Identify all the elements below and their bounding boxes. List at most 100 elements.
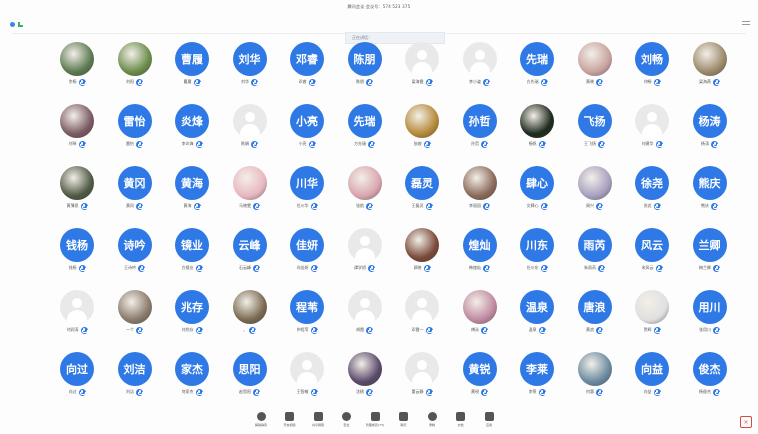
- avatar[interactable]: [577, 166, 612, 200]
- avatar[interactable]: 兆存: [175, 290, 209, 324]
- participant-tile[interactable]: 诗吟 王诗吟: [107, 224, 163, 282]
- participant-tile[interactable]: 黄海 黄海: [164, 162, 220, 220]
- chat-button[interactable]: 聊天: [393, 412, 415, 434]
- participant-tile[interactable]: 云峰 石云峰: [222, 224, 278, 282]
- participant-tile[interactable]: 镜业 方镜业: [164, 224, 220, 282]
- participant-tile[interactable]: 刘洁 刘洁: [107, 348, 163, 406]
- participant-tile[interactable]: 刘畅 刘畅: [624, 38, 680, 96]
- avatar[interactable]: 佳妍: [290, 228, 324, 262]
- participant-tile[interactable]: ，: [222, 286, 278, 344]
- participant-tile[interactable]: 余杨: [49, 38, 105, 96]
- avatar[interactable]: [60, 290, 94, 324]
- avatar[interactable]: 家杰: [175, 352, 209, 386]
- avatar[interactable]: 邓睿: [290, 42, 324, 76]
- avatar[interactable]: 向过: [60, 352, 94, 386]
- avatar[interactable]: [405, 228, 439, 262]
- avatar[interactable]: [405, 104, 439, 138]
- participant-tile[interactable]: 煌灿 韩煌灿: [452, 224, 508, 282]
- info-icon[interactable]: [10, 21, 15, 27]
- avatar[interactable]: [405, 352, 439, 386]
- avatar[interactable]: 小亮: [290, 104, 324, 138]
- avatar[interactable]: 雷怡: [117, 104, 152, 138]
- menu-icon[interactable]: [742, 19, 750, 27]
- avatar[interactable]: 磊灵: [405, 166, 439, 200]
- participant-tile[interactable]: 李小姿: [452, 38, 508, 96]
- participant-tile[interactable]: 家杰 何家杰: [164, 348, 220, 406]
- avatar[interactable]: [577, 352, 612, 386]
- participant-tile[interactable]: 思阳 赵思阳: [222, 348, 278, 406]
- participant-tile[interactable]: 雷怡 雷怡: [107, 100, 163, 158]
- participant-tile[interactable]: 贺辉: [624, 286, 680, 344]
- avatar[interactable]: 李莱: [520, 352, 554, 386]
- avatar[interactable]: 黄锐: [462, 352, 497, 386]
- participant-tile[interactable]: 温泉 温泉: [509, 286, 565, 344]
- participant-tile[interactable]: 邓霞一: [394, 286, 450, 344]
- participant-tile[interactable]: 徐尧 徐尧: [624, 162, 680, 220]
- participant-tile[interactable]: 磊灵 王磊灵: [394, 162, 450, 220]
- participant-tile[interactable]: 飞扬 王飞扬: [567, 100, 623, 158]
- avatar[interactable]: 曹履: [175, 42, 209, 76]
- avatar[interactable]: 徐尧: [635, 166, 669, 200]
- avatar[interactable]: 程苇: [290, 290, 324, 324]
- participant-tile[interactable]: 杨帆: [509, 100, 565, 158]
- participant-tile[interactable]: 先瑞 方先瑞: [509, 38, 565, 96]
- participant-tile[interactable]: 杨涛 杨涛: [682, 100, 738, 158]
- participant-tile[interactable]: 用川 张用川: [682, 286, 738, 344]
- avatar[interactable]: 思阳: [232, 352, 267, 386]
- avatar[interactable]: 向益: [635, 352, 669, 386]
- participant-tile[interactable]: 风云 宋风云: [624, 224, 680, 282]
- avatar[interactable]: [462, 290, 497, 324]
- avatar[interactable]: 俊杰: [692, 352, 727, 386]
- participant-tile[interactable]: 兰卿 梅兰卿: [682, 224, 738, 282]
- share-screen-button[interactable]: 共享屏幕: [307, 412, 329, 434]
- participant-tile[interactable]: 李莱 李莱: [509, 348, 565, 406]
- doc-button[interactable]: 文档: [450, 412, 472, 434]
- avatar[interactable]: [405, 290, 439, 324]
- participant-tile[interactable]: 兆存 刘兆存: [164, 286, 220, 344]
- members-button[interactable]: 管理成员(73): [364, 412, 386, 434]
- avatar[interactable]: [117, 42, 152, 76]
- avatar[interactable]: 陈朋: [347, 42, 382, 76]
- participant-tile[interactable]: 邓睿 邓睿: [279, 38, 335, 96]
- participant-tile[interactable]: 周兴: [567, 162, 623, 220]
- participant-tile[interactable]: 张航: [337, 162, 393, 220]
- participant-tile[interactable]: 先瑞 方先瑞: [337, 100, 393, 158]
- security-button[interactable]: 安全: [336, 412, 358, 434]
- avatar[interactable]: 黄冈: [117, 166, 152, 200]
- avatar[interactable]: [60, 104, 94, 138]
- participant-tile[interactable]: 刘建华: [624, 100, 680, 158]
- avatar[interactable]: 兰卿: [692, 228, 727, 262]
- participant-tile[interactable]: 川华 任川华: [279, 162, 335, 220]
- participant-tile[interactable]: 陈朋 陈朋: [337, 38, 393, 96]
- participant-tile[interactable]: 刘润涛: [49, 286, 105, 344]
- avatar[interactable]: 川华: [290, 166, 324, 200]
- participant-tile[interactable]: 董云静: [394, 348, 450, 406]
- participant-tile[interactable]: 傅泳: [452, 286, 508, 344]
- participant-tile[interactable]: 王智敏: [279, 348, 335, 406]
- participant-tile[interactable]: 郭晓: [394, 224, 450, 282]
- participant-tile[interactable]: 唐浪 黄浪: [567, 286, 623, 344]
- avatar[interactable]: [577, 42, 612, 76]
- avatar[interactable]: 孙哲: [462, 104, 497, 138]
- participant-tile[interactable]: 刘华 刘华: [222, 38, 278, 96]
- participant-tile[interactable]: 张婉: [394, 100, 450, 158]
- participant-tile[interactable]: 佳妍 向佳妍: [279, 224, 335, 282]
- participant-tile[interactable]: 马晓雯: [222, 162, 278, 220]
- participant-tile[interactable]: 梁海燕: [682, 38, 738, 96]
- avatar[interactable]: 煌灿: [462, 228, 497, 262]
- participant-tile[interactable]: 胡霞: [337, 286, 393, 344]
- camera-off-button[interactable]: 开启视频: [279, 412, 301, 434]
- participant-tile[interactable]: 熊庆 熊庆: [682, 162, 738, 220]
- avatar[interactable]: [347, 228, 382, 262]
- participant-tile[interactable]: 沈桃: [337, 348, 393, 406]
- avatar[interactable]: 飞扬: [577, 104, 612, 138]
- avatar[interactable]: [462, 42, 497, 76]
- avatar[interactable]: [290, 352, 324, 386]
- avatar[interactable]: 云峰: [232, 228, 267, 262]
- avatar[interactable]: 先瑞: [347, 104, 382, 138]
- avatar[interactable]: [347, 166, 382, 200]
- avatar[interactable]: 温泉: [520, 290, 554, 324]
- avatar[interactable]: 黄海: [175, 166, 209, 200]
- participant-tile[interactable]: 黄锐 黄锐: [452, 348, 508, 406]
- participant-tile[interactable]: 小亮 小亮: [279, 100, 335, 158]
